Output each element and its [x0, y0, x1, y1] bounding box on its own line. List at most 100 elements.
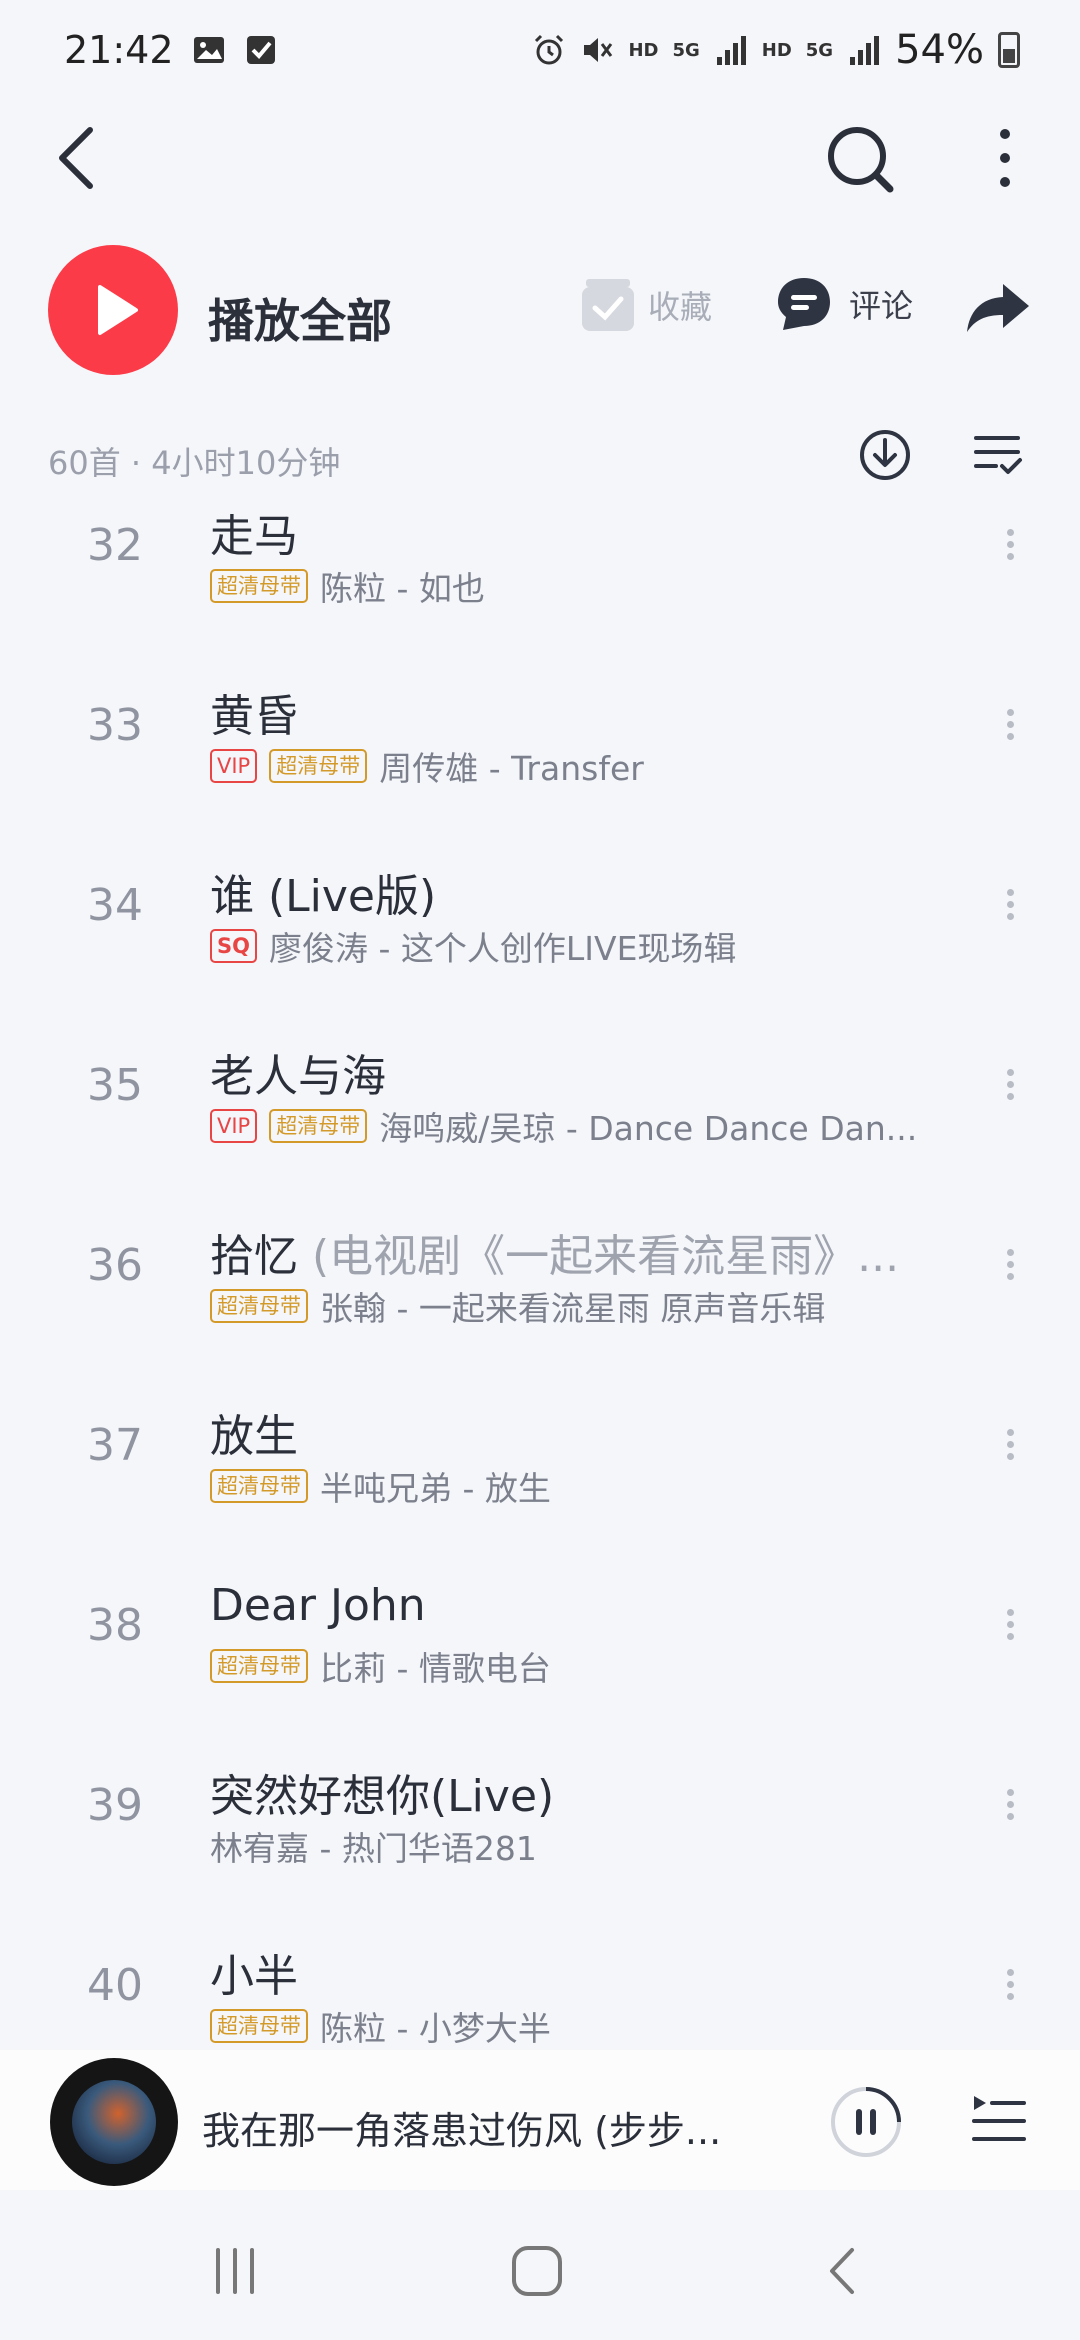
dot-icon: [1006, 1441, 1014, 1448]
master-quality-badge: 超清母带: [210, 569, 308, 603]
vertical-dots-icon: [1000, 129, 1010, 187]
dot-icon: [1006, 1969, 1014, 1976]
play-all-label[interactable]: 播放全部: [208, 285, 392, 351]
vip-badge: VIP: [210, 749, 258, 783]
pause-button[interactable]: [828, 2084, 904, 2164]
mini-player[interactable]: 我在那一角落患过伤风 (步步...: [0, 2050, 1080, 2190]
song-title-main: 拾忆: [210, 1231, 298, 1282]
song-row[interactable]: 32 走马 超清母带 陈粒 - 如也: [0, 500, 1080, 680]
recent-apps-icon: [216, 2248, 254, 2294]
song-title-main: 谁 (Live版): [210, 871, 437, 922]
multi-select-button[interactable]: [972, 432, 1024, 482]
sq-badge: SQ: [210, 929, 257, 963]
song-title: 老人与海: [210, 1040, 386, 1104]
song-artist-album: 陈粒 - 小梦大半: [320, 2009, 551, 2048]
song-title-main: 黄昏: [210, 691, 298, 742]
song-row[interactable]: 39 突然好想你(Live) 林宥嘉 - 热门华语281: [0, 1760, 1080, 1940]
song-artist-album: 半吨兄弟 - 放生: [320, 1469, 551, 1508]
song-more-button[interactable]: [1000, 704, 1020, 745]
recent-apps-button[interactable]: [210, 2246, 260, 2300]
home-icon: [512, 2246, 562, 2296]
album-art: [72, 2080, 156, 2164]
song-artist-album: 林宥嘉 - 热门华语281: [210, 1829, 537, 1868]
action-row: 播放全部 收藏 评论: [0, 245, 1080, 375]
dot-icon: [1006, 913, 1014, 920]
song-meta: 超清母带 陈粒 - 小梦大半: [210, 2002, 551, 2050]
image-icon: [193, 37, 224, 63]
song-more-button[interactable]: [1000, 1964, 1020, 2005]
song-more-button[interactable]: [1000, 1604, 1020, 1645]
master-quality-badge: 超清母带: [269, 749, 368, 783]
song-title-main: 放生: [210, 1411, 298, 1462]
dot-icon: [1006, 709, 1014, 716]
song-more-button[interactable]: [1000, 1784, 1020, 1825]
song-title: Dear John: [210, 1580, 426, 1631]
album-disc[interactable]: [50, 2058, 178, 2186]
song-index: 38: [87, 1600, 143, 1651]
song-meta: 超清母带 比莉 - 情歌电台: [210, 1642, 551, 1690]
song-index: 36: [87, 1240, 143, 1291]
play-queue-button[interactable]: [970, 2092, 1028, 2152]
dot-icon: [1006, 1993, 1014, 2000]
song-more-button[interactable]: [1000, 1064, 1020, 1105]
song-row[interactable]: 34 谁 (Live版) SQ 廖俊涛 - 这个人创作LIVE现场辑: [0, 860, 1080, 1040]
song-title: 拾忆 (电视剧《一起来看流星雨》...: [210, 1220, 899, 1284]
song-index: 40: [87, 1960, 143, 2011]
dot-icon: [1006, 1429, 1014, 1436]
play-all-button[interactable]: [48, 245, 178, 375]
song-meta: SQ 廖俊涛 - 这个人创作LIVE现场辑: [210, 922, 736, 970]
song-index: 37: [87, 1420, 143, 1471]
list-header: 60首 · 4小时10分钟: [0, 420, 1080, 500]
dot-icon: [1006, 1081, 1014, 1088]
dot-icon: [1006, 1261, 1014, 1268]
back-button[interactable]: [50, 110, 120, 210]
song-index: 32: [87, 520, 143, 571]
song-row[interactable]: 36 拾忆 (电视剧《一起来看流星雨》... 超清母带 张翰 - 一起来看流星雨 原声…: [0, 1220, 1080, 1400]
collect-folder-icon: [582, 279, 634, 331]
chevron-left-icon: [59, 127, 93, 189]
signal-icon: [716, 36, 746, 65]
comment-button[interactable]: 评论: [775, 275, 913, 333]
hd-label: HD: [628, 39, 659, 61]
system-nav-bar: [0, 2200, 1080, 2340]
top-bar: [0, 100, 1080, 250]
dot-icon: [1006, 1801, 1014, 1808]
song-row[interactable]: 37 放生超清母带 半吨兄弟 - 放生: [0, 1400, 1080, 1580]
comment-bubble-icon: [778, 278, 830, 330]
vip-badge: VIP: [210, 1109, 258, 1143]
song-row[interactable]: 35 老人与海 VIP 超清母带 海鸣威/吴琼 - Dance Dance Dan...: [0, 1040, 1080, 1220]
checklist-icon: [974, 436, 1022, 474]
dot-icon: [1006, 1609, 1014, 1616]
song-artist-album: 陈粒 - 如也: [320, 569, 485, 608]
download-button[interactable]: [858, 426, 912, 488]
song-more-button[interactable]: [1000, 1244, 1020, 1285]
song-index: 33: [87, 700, 143, 751]
song-more-button[interactable]: [1000, 524, 1020, 565]
song-row[interactable]: 33 黄昏 VIP 超清母带 周传雄 - Transfer: [0, 680, 1080, 860]
song-index: 35: [87, 1060, 143, 1111]
master-quality-badge: 超清母带: [210, 2009, 308, 2043]
song-more-button[interactable]: [1000, 1424, 1020, 1465]
dot-icon: [1006, 529, 1014, 536]
master-quality-badge: 超清母带: [210, 1469, 308, 1503]
song-meta: 超清母带 陈粒 - 如也: [210, 562, 485, 610]
song-title-subtitle: (电视剧《一起来看流星雨》...: [298, 1231, 900, 1282]
song-title: 走马: [210, 500, 298, 564]
share-button[interactable]: [965, 280, 1031, 340]
system-back-button[interactable]: [822, 2246, 862, 2300]
home-button[interactable]: [510, 2244, 564, 2302]
song-title: 放生: [210, 1400, 298, 1464]
dot-icon: [1006, 541, 1014, 548]
download-icon: [860, 430, 910, 480]
song-more-button[interactable]: [1000, 884, 1020, 925]
song-title-main: 突然好想你(Live): [210, 1771, 555, 1822]
collect-button[interactable]: 收藏: [580, 275, 712, 335]
dot-icon: [1006, 889, 1014, 896]
now-playing-title[interactable]: 我在那一角落患过伤风 (步步...: [202, 2100, 721, 2155]
song-row[interactable]: 38 Dear John 超清母带 比莉 - 情歌电台: [0, 1580, 1080, 1760]
song-title-main: 小半: [210, 1951, 298, 2002]
search-button[interactable]: [820, 110, 900, 210]
more-options-button[interactable]: [980, 110, 1030, 210]
battery-percent: 54%: [895, 27, 984, 73]
dot-icon: [1006, 1813, 1014, 1820]
